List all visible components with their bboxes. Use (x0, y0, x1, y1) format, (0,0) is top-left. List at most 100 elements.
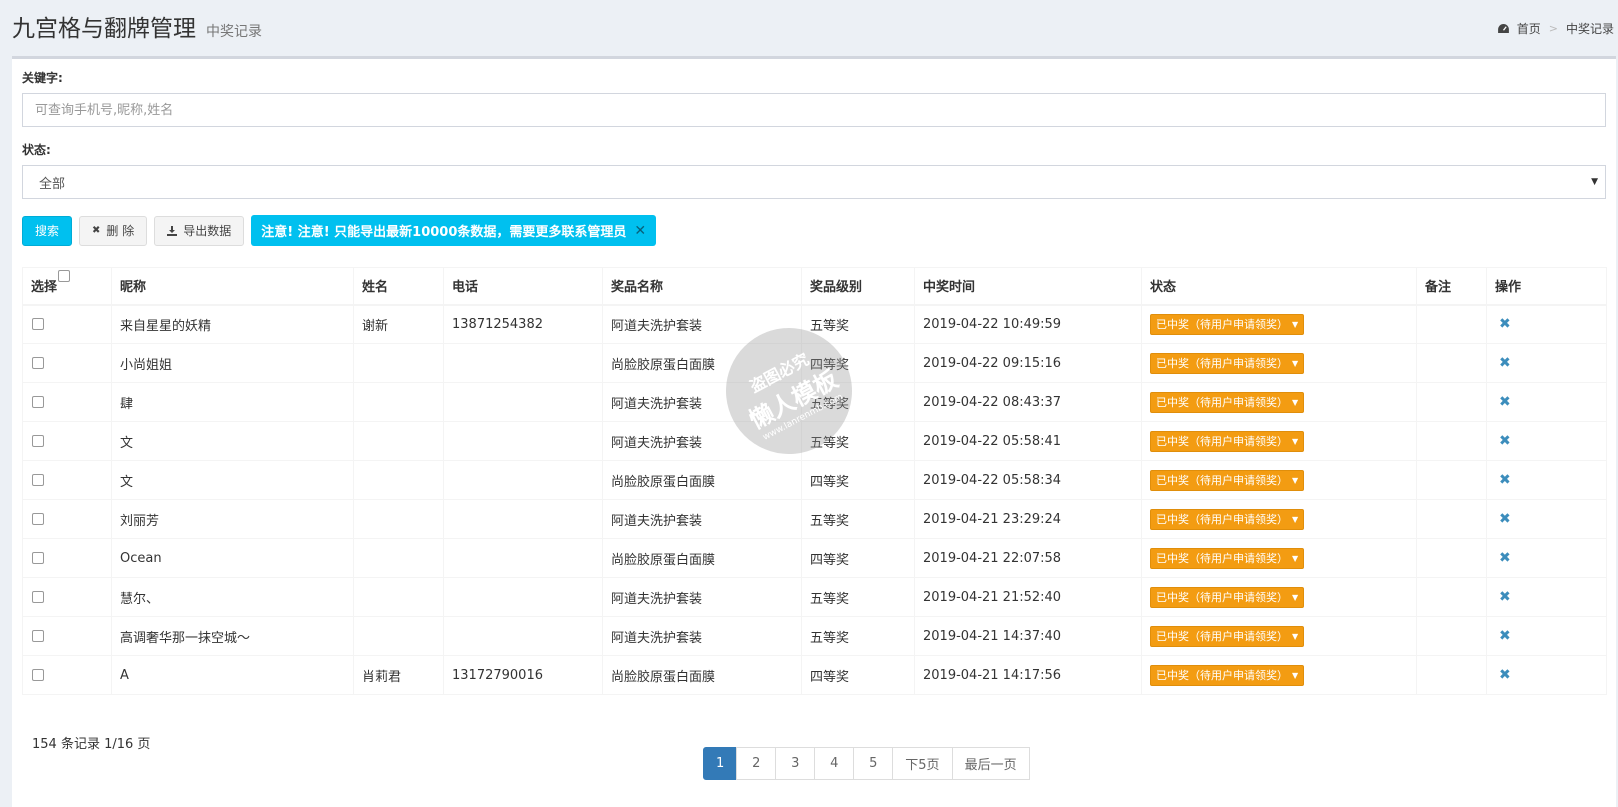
status-dropdown-button[interactable]: 已中奖（待用户申请领奖） ▼ (1150, 508, 1305, 530)
status-dropdown-button[interactable]: 已中奖（待用户申请领奖） ▼ (1150, 625, 1305, 647)
content-header: 九宫格与翻牌管理 中奖记录 首页 > 中奖记录 (0, 0, 1618, 56)
row-checkbox[interactable] (32, 474, 44, 486)
page-link[interactable]: 1 (703, 747, 738, 780)
page-link[interactable]: 最后一页 (951, 747, 1030, 780)
status-label: 状态: (22, 143, 51, 157)
breadcrumb-home[interactable]: 首页 (1517, 20, 1541, 37)
status-dropdown-button[interactable]: 已中奖（待用户申请领奖） ▼ (1150, 469, 1305, 491)
cell-actions: ✖ (1486, 421, 1607, 461)
page-link[interactable]: 4 (814, 747, 855, 780)
table-header-row: 选择 昵称 姓名 电话 奖品名称 奖品级别 中奖时间 状态 备注 操作 (22, 267, 1607, 306)
caret-down-icon: ▼ (1292, 670, 1299, 680)
select-all-checkbox[interactable] (58, 270, 71, 283)
delete-row-icon[interactable]: ✖ (1499, 433, 1511, 449)
column-header: 操作 (1486, 267, 1607, 306)
cell-name (353, 577, 444, 617)
cell-prize: 阿道夫洗护套装 (602, 304, 802, 344)
cell-time: 2019-04-22 05:58:41 (914, 421, 1142, 461)
status-dropdown-button[interactable]: 已中奖（待用户申请领奖） ▼ (1150, 313, 1305, 335)
status-dropdown-button[interactable]: 已中奖（待用户申请领奖） ▼ (1150, 352, 1305, 374)
status-dropdown-button[interactable]: 已中奖（待用户申请领奖） ▼ (1150, 391, 1305, 413)
keyword-label: 关键字: (22, 71, 63, 85)
cell-nickname: 慧尔、 (111, 577, 354, 617)
cell-name: 肖莉君 (353, 655, 444, 695)
content-box: 关键字: 状态: 全部 ▼ 搜索 ✖ 删 除 导出数据 注意! 注意! 只能导出最… (12, 56, 1616, 807)
cell-prize: 尚脸胶原蛋白面膜 (602, 343, 802, 383)
status-dropdown-button[interactable]: 已中奖（待用户申请领奖） ▼ (1150, 430, 1305, 452)
cell-remark (1416, 460, 1487, 500)
cell-name: 谢新 (353, 304, 444, 344)
cell-phone (443, 577, 603, 617)
column-header-label: 奖品级别 (810, 280, 863, 296)
row-checkbox[interactable] (32, 396, 44, 408)
cell-time: 2019-04-22 08:43:37 (914, 382, 1142, 422)
column-header: 奖品级别 (801, 267, 915, 306)
caret-down-icon: ▼ (1292, 592, 1299, 602)
status-select[interactable]: 全部 ▼ (22, 165, 1606, 199)
delete-row-icon[interactable]: ✖ (1499, 394, 1511, 410)
table-row: 小尚姐姐 尚脸胶原蛋白面膜 四等奖 2019-04-22 09:15:16 已中奖（待用… (22, 343, 1607, 383)
cell-time: 2019-04-21 14:37:40 (914, 616, 1142, 656)
cell-time: 2019-04-21 22:07:58 (914, 538, 1142, 578)
cell-level: 五等奖 (801, 382, 915, 422)
row-checkbox[interactable] (32, 630, 44, 642)
page-link[interactable]: 2 (736, 747, 777, 780)
cell-status: 已中奖（待用户申请领奖） ▼ (1141, 577, 1417, 617)
cell-actions: ✖ (1486, 343, 1607, 383)
status-label: 已中奖（待用户申请领奖） (1156, 396, 1288, 409)
cell-level: 四等奖 (801, 655, 915, 695)
select-cell (22, 577, 112, 617)
delete-row-icon[interactable]: ✖ (1499, 589, 1511, 605)
select-cell (22, 655, 112, 695)
export-button[interactable]: 导出数据 (154, 215, 245, 246)
cell-time: 2019-04-22 05:58:34 (914, 460, 1142, 500)
close-icon[interactable]: ✕ (634, 223, 646, 239)
keyword-input[interactable] (22, 93, 1606, 127)
delete-row-icon[interactable]: ✖ (1499, 472, 1511, 488)
row-checkbox[interactable] (32, 591, 44, 603)
cell-prize: 尚脸胶原蛋白面膜 (602, 655, 802, 695)
cell-level: 五等奖 (801, 616, 915, 656)
row-checkbox[interactable] (32, 552, 44, 564)
delete-row-icon[interactable]: ✖ (1499, 511, 1511, 527)
status-dropdown-button[interactable]: 已中奖（待用户申请领奖） ▼ (1150, 664, 1305, 686)
page-link[interactable]: 5 (853, 747, 894, 780)
cell-prize: 阿道夫洗护套装 (602, 577, 802, 617)
row-checkbox[interactable] (32, 669, 44, 681)
row-checkbox[interactable] (32, 357, 44, 369)
record-summary: 154 条记录 1/16 页 (32, 737, 151, 752)
column-header: 昵称 (111, 267, 354, 306)
cell-level: 四等奖 (801, 343, 915, 383)
row-checkbox[interactable] (32, 318, 44, 331)
column-header-label: 电话 (452, 280, 479, 296)
caret-down-icon: ▼ (1292, 631, 1299, 641)
cell-actions: ✖ (1486, 616, 1607, 656)
delete-row-icon[interactable]: ✖ (1499, 355, 1511, 371)
delete-row-icon[interactable]: ✖ (1499, 667, 1511, 683)
cell-phone (443, 616, 603, 656)
cell-name (353, 538, 444, 578)
cell-remark (1416, 382, 1487, 422)
row-checkbox[interactable] (32, 513, 44, 525)
cell-phone (443, 538, 603, 578)
delete-button[interactable]: ✖ 删 除 (79, 215, 148, 246)
delete-row-icon[interactable]: ✖ (1499, 316, 1511, 332)
delete-row-icon[interactable]: ✖ (1499, 550, 1511, 566)
search-button[interactable]: 搜索 (22, 215, 73, 246)
delete-button-label: 删 除 (106, 224, 135, 238)
status-dropdown-button[interactable]: 已中奖（待用户申请领奖） ▼ (1150, 547, 1305, 569)
export-notice-text: 注意! 注意! 只能导出最新10000条数据，需要更多联系管理员 (261, 225, 627, 240)
cell-nickname: Ocean (111, 538, 354, 578)
download-icon (167, 225, 178, 236)
cell-name (353, 421, 444, 461)
cell-nickname: 高调奢华那一抹空城～ (111, 616, 354, 656)
delete-row-icon[interactable]: ✖ (1499, 628, 1511, 644)
cell-actions: ✖ (1486, 382, 1607, 422)
dashboard-icon (1497, 24, 1509, 33)
page-link[interactable]: 下5页 (892, 747, 953, 780)
row-checkbox[interactable] (32, 435, 44, 447)
table-row: 慧尔、 阿道夫洗护套装 五等奖 2019-04-21 21:52:40 已中奖（待用户申… (22, 577, 1607, 617)
page-link[interactable]: 3 (775, 747, 816, 780)
page-title-text: 九宫格与翻牌管理 (12, 16, 196, 42)
status-dropdown-button[interactable]: 已中奖（待用户申请领奖） ▼ (1150, 586, 1305, 608)
